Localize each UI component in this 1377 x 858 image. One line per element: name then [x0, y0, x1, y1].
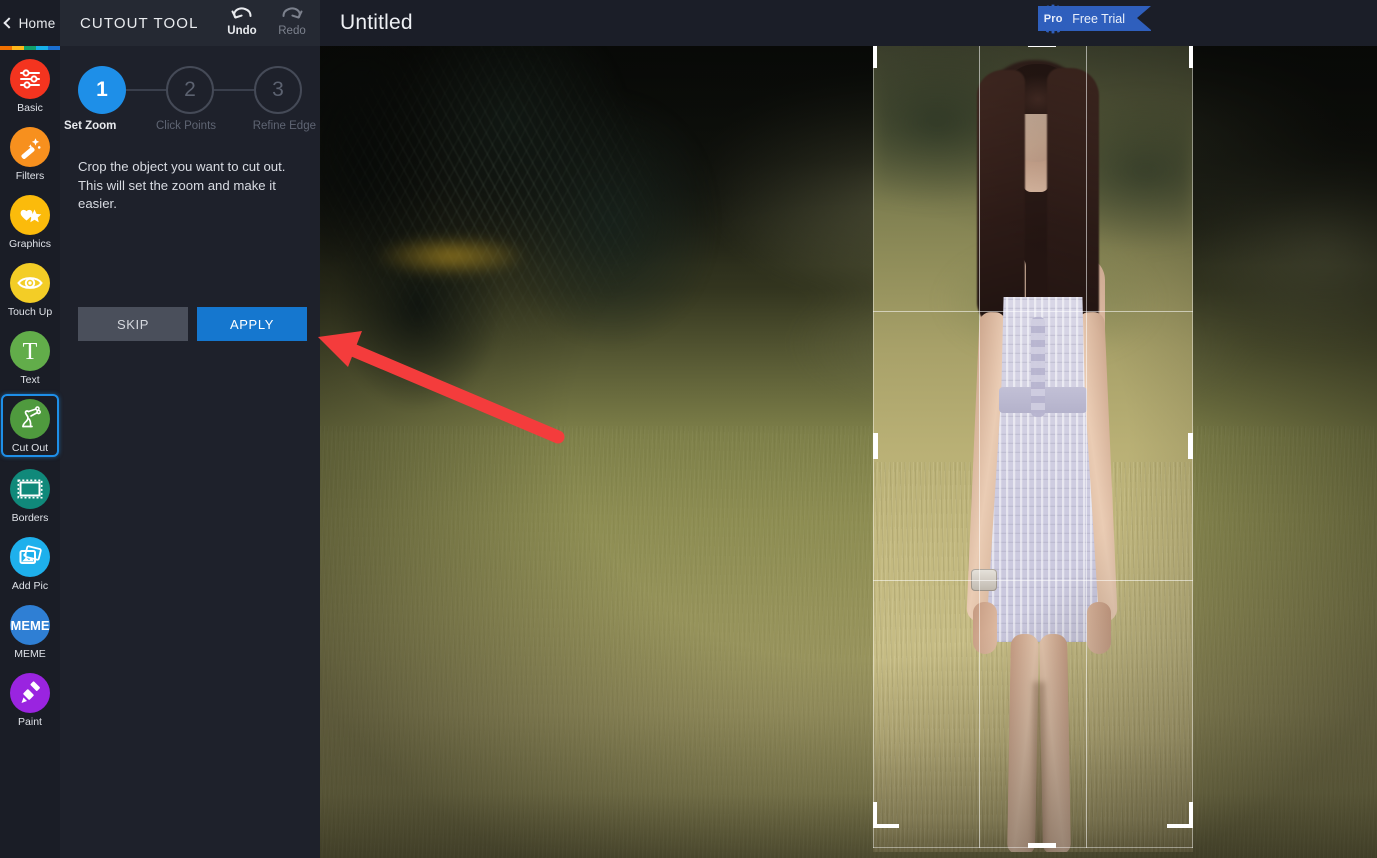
pro-badge-label: Pro — [1043, 13, 1063, 25]
step-3-label: Refine Edge — [252, 120, 316, 132]
step-indicator: 1 2 3 — [78, 66, 302, 114]
sidebar-item-label: Filters — [15, 170, 45, 182]
magic-wand-icon — [10, 127, 50, 167]
sidebar-item-borders[interactable]: Borders — [1, 464, 59, 525]
app-root: Home CUTOUT TOOL Undo Redo Untitled Free… — [0, 0, 1377, 858]
home-button[interactable]: Home — [0, 0, 60, 46]
panel-action-buttons: SKIP APPLY — [78, 307, 307, 341]
photos-icon — [10, 537, 50, 577]
step-3-circle[interactable]: 3 — [254, 66, 302, 114]
sidebar-item-cut-out[interactable]: Cut Out — [1, 394, 59, 457]
sidebar-item-label: Add Pic — [11, 580, 49, 592]
redo-label: Redo — [278, 25, 306, 37]
meme-icon: MEME — [10, 605, 50, 645]
sidebar-item-basic[interactable]: Basic — [1, 54, 59, 115]
pro-badge-icon: Pro — [1038, 4, 1068, 34]
sidebar-item-filters[interactable]: Filters — [1, 122, 59, 183]
sidebar-item-label: Basic — [17, 102, 43, 114]
left-tool-rail: Basic Filters Graphics Touch Up T Text C… — [0, 46, 60, 858]
sliders-icon — [10, 59, 50, 99]
step-1-circle[interactable]: 1 — [78, 66, 126, 114]
sidebar-item-paint[interactable]: Paint — [1, 668, 59, 729]
star-heart-icon — [10, 195, 50, 235]
sidebar-item-text[interactable]: T Text — [1, 326, 59, 387]
document-title[interactable]: Untitled — [340, 0, 413, 46]
scissors-cutout-icon — [10, 399, 50, 439]
sidebar-item-graphics[interactable]: Graphics — [1, 190, 59, 251]
tool-panel-header: CUTOUT TOOL Undo Redo — [60, 0, 320, 46]
svg-text:T: T — [23, 339, 38, 364]
tool-title: CUTOUT TOOL — [80, 14, 199, 32]
home-button-label: Home — [18, 15, 56, 31]
panel-description: Crop the object you want to cut out. Thi… — [78, 159, 286, 211]
image-canvas[interactable] — [320, 46, 1377, 858]
apply-button[interactable]: APPLY — [197, 307, 307, 341]
free-trial-label: Free Trial — [1072, 11, 1125, 26]
cutout-tool-panel: 1 2 3 Set Zoom Click Points Refine Edge … — [60, 46, 320, 858]
frame-icon — [10, 469, 50, 509]
sidebar-item-label: Cut Out — [11, 442, 49, 454]
svg-text:MEME: MEME — [11, 618, 49, 633]
sidebar-item-label: Graphics — [8, 238, 51, 250]
sidebar-item-label: Paint — [18, 716, 42, 728]
sidebar-item-label: MEME — [14, 648, 46, 660]
step-2-label: Click Points — [155, 120, 217, 132]
sidebar-item-label: Text — [20, 374, 40, 386]
redo-arrow-icon — [282, 7, 303, 19]
sidebar-item-touch-up[interactable]: Touch Up — [1, 258, 59, 319]
eye-icon — [10, 263, 50, 303]
text-t-icon: T — [10, 331, 50, 371]
sidebar-item-meme[interactable]: MEME MEME — [1, 600, 59, 661]
chevron-left-icon — [2, 17, 15, 29]
photo-image — [320, 46, 1377, 858]
sidebar-item-label: Borders — [11, 512, 49, 524]
step-1-label: Set Zoom — [64, 120, 117, 132]
skip-button[interactable]: SKIP — [78, 307, 188, 341]
step-labels: Set Zoom Click Points Refine Edge — [64, 120, 316, 132]
pro-free-trial-banner[interactable]: Free Trial Pro — [1038, 4, 1151, 34]
undo-arrow-icon — [231, 7, 252, 19]
redo-button[interactable]: Redo — [272, 4, 312, 38]
undo-button[interactable]: Undo — [222, 4, 262, 38]
undo-redo-group: Undo Redo — [222, 4, 312, 38]
step-2-circle[interactable]: 2 — [166, 66, 214, 114]
undo-label: Undo — [227, 25, 257, 37]
accent-color-strip — [0, 46, 60, 50]
sidebar-item-add-pic[interactable]: Add Pic — [1, 532, 59, 593]
paint-brush-icon — [10, 673, 50, 713]
top-bar: Home CUTOUT TOOL Undo Redo Untitled Free… — [0, 0, 1377, 46]
sidebar-item-label: Touch Up — [7, 306, 53, 318]
